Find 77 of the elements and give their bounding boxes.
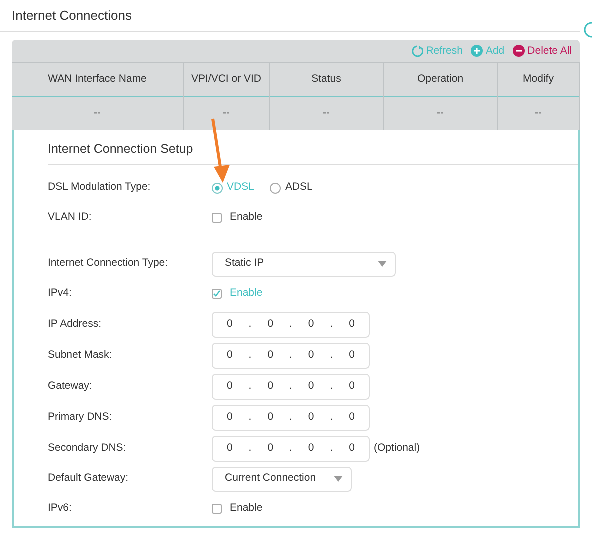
octet-value[interactable]: 0 — [226, 378, 233, 394]
octet-value[interactable]: 0 — [349, 348, 355, 364]
ip-address-field[interactable]: 0 . 0 . 0 . 0 — [212, 342, 370, 368]
delete-all-button[interactable]: Delete All — [512, 44, 572, 60]
octet-value[interactable]: 0 — [349, 410, 355, 426]
octet-value[interactable]: 0 — [268, 440, 274, 456]
octet-value[interactable]: 0 — [308, 378, 314, 394]
column-header: VPI/VCI or VID — [184, 62, 270, 96]
dropdown-value: Current Connection — [225, 471, 316, 486]
field-label: IP Address: — [48, 316, 103, 332]
octet-value[interactable]: 0 — [308, 348, 314, 364]
column-header: Status — [270, 62, 384, 96]
checkbox[interactable] — [212, 213, 222, 223]
dropdown[interactable]: Static IP — [212, 252, 396, 276]
dot-separator: . — [248, 316, 252, 332]
octet-value[interactable]: 0 — [268, 348, 274, 364]
field-label: VLAN ID: — [48, 210, 93, 226]
dot-separator: . — [248, 348, 252, 363]
field-label: Default Gateway: — [48, 471, 130, 486]
radio-button[interactable] — [270, 182, 282, 194]
octet-value[interactable]: 0 — [268, 410, 274, 426]
octet-value[interactable]: 0 — [308, 316, 314, 332]
octet-value[interactable]: 0 — [226, 410, 233, 426]
column-header: Operation — [384, 62, 498, 96]
dot-separator: . — [330, 316, 334, 332]
octet-value[interactable]: 0 — [349, 440, 355, 456]
refresh-icon — [411, 45, 424, 58]
section-title: Internet Connection Setup — [48, 140, 578, 165]
dot-separator: . — [330, 348, 334, 363]
field-label: Secondary DNS: — [48, 440, 128, 456]
octet-value[interactable]: 0 — [226, 348, 233, 364]
octet-value[interactable]: 0 — [268, 316, 274, 332]
field-label: Internet Connection Type: — [48, 256, 170, 272]
dot-separator: . — [330, 440, 334, 456]
plus-icon — [470, 45, 483, 58]
dot-separator: . — [290, 348, 292, 363]
dot-separator: . — [290, 410, 292, 425]
octet-value[interactable]: 0 — [349, 316, 355, 332]
field-label: Gateway: — [48, 378, 94, 394]
option-label[interactable]: ADSL — [285, 180, 313, 196]
octet-value[interactable]: 0 — [226, 440, 233, 456]
checkbox-label[interactable]: Enable — [230, 501, 263, 517]
minus-icon — [512, 45, 525, 58]
column-header: Modify — [498, 62, 580, 96]
dot-separator: . — [248, 378, 252, 394]
page-title: Internet Connections — [0, 0, 580, 32]
field-label: IPv4: — [48, 286, 73, 302]
dropdown-value: Static IP — [225, 256, 264, 272]
dot-separator: . — [290, 440, 292, 456]
dropdown[interactable]: Current Connection — [212, 466, 352, 492]
dot-separator: . — [330, 410, 334, 425]
optional-note: (Optional) — [374, 440, 420, 456]
ip-address-field[interactable]: 0 . 0 . 0 . 0 — [212, 404, 370, 430]
dot-separator: . — [248, 440, 252, 456]
octet-value[interactable]: 0 — [308, 440, 314, 456]
field-label: Primary DNS: — [48, 410, 114, 425]
checkbox[interactable] — [212, 504, 222, 514]
column-header: WAN Interface Name — [12, 62, 184, 96]
dot-separator: . — [290, 316, 292, 332]
octet-value[interactable]: 0 — [268, 378, 274, 394]
ip-address-field[interactable]: 0 . 0 . 0 . 0 — [212, 312, 370, 338]
caret-icon — [334, 476, 343, 482]
caret-icon — [378, 261, 387, 267]
radio-button[interactable] — [212, 182, 223, 194]
ip-address-field[interactable]: 0 . 0 . 0 . 0 — [212, 436, 370, 462]
field-label: IPv6: — [48, 501, 73, 516]
ip-address-field[interactable]: 0 . 0 . 0 . 0 — [212, 374, 370, 400]
dot-separator: . — [248, 410, 252, 425]
octet-value[interactable]: 0 — [349, 378, 355, 394]
checkbox[interactable] — [212, 289, 222, 299]
checkbox-label[interactable]: Enable — [230, 210, 263, 226]
field-label: Subnet Mask: — [48, 348, 114, 363]
dot-separator: . — [290, 378, 292, 394]
dot-separator: . — [330, 378, 334, 394]
octet-value[interactable]: 0 — [308, 410, 314, 426]
field-label: DSL Modulation Type: — [48, 180, 152, 196]
octet-value[interactable]: 0 — [226, 316, 233, 332]
